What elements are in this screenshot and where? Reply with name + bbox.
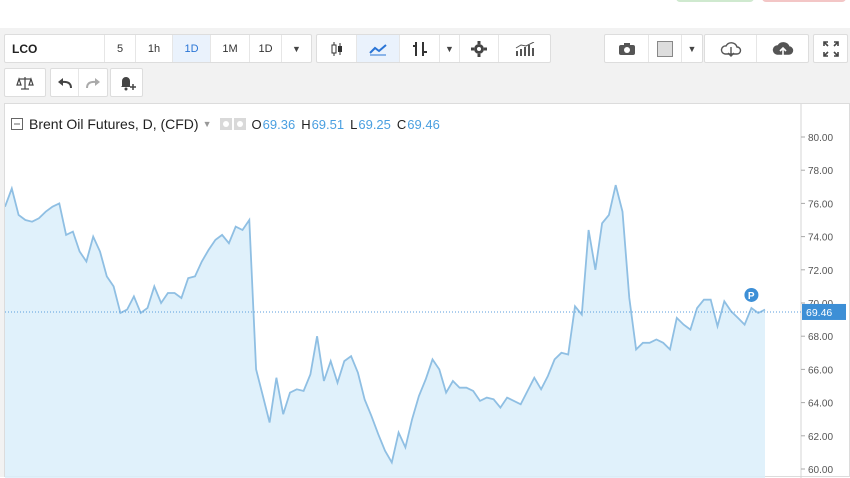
- y-tick-label: 72.00: [808, 266, 833, 277]
- bar-chart-icon[interactable]: [499, 35, 550, 62]
- chart-legend: Brent Oil Futures, D, (CFD) ▼ O 69.36 H 69…: [11, 116, 440, 132]
- chart-tools-group: ▼: [316, 34, 551, 63]
- cloud-upload-icon[interactable]: [757, 35, 808, 62]
- y-tick-label: 60.00: [808, 465, 833, 476]
- compare-icon[interactable]: [5, 69, 45, 96]
- interval-1d-button[interactable]: 1D: [173, 35, 211, 62]
- interval-1h-button[interactable]: 1h: [136, 35, 173, 62]
- y-tick-label: 68.00: [808, 332, 833, 343]
- eye-icon[interactable]: [219, 118, 232, 130]
- snapshot-style-group: ▼: [604, 34, 703, 63]
- high-label: H: [301, 116, 311, 132]
- indicators-icon[interactable]: [400, 35, 440, 62]
- chevron-down-icon[interactable]: ▼: [682, 35, 702, 62]
- buy-button[interactable]: [676, 0, 754, 2]
- price-area-fill: [5, 185, 765, 478]
- price-chart[interactable]: 80.0078.0076.0074.0072.0070.0068.0066.00…: [5, 104, 850, 478]
- symbol-input[interactable]: LCO: [5, 35, 105, 62]
- symbol-interval-group: LCO 5 1h 1D 1M 1D ▼: [4, 34, 312, 63]
- y-tick-label: 78.00: [808, 166, 833, 177]
- interval-1m-button[interactable]: 1M: [211, 35, 250, 62]
- history-group: [50, 68, 108, 97]
- candles-icon[interactable]: [317, 35, 357, 62]
- gear-icon[interactable]: [460, 35, 499, 62]
- y-tick-label: 80.00: [808, 133, 833, 144]
- y-tick-label: 64.00: [808, 399, 833, 410]
- fullscreen-group: [813, 34, 848, 63]
- y-tick-label: 76.00: [808, 199, 833, 210]
- chevron-down-icon[interactable]: ▼: [282, 35, 311, 62]
- line-chart-icon[interactable]: [357, 35, 400, 62]
- alert-plus-icon[interactable]: [111, 69, 142, 96]
- chevron-down-icon[interactable]: ▼: [440, 35, 460, 62]
- instrument-title[interactable]: Brent Oil Futures, D, (CFD): [29, 116, 199, 132]
- open-label: O: [251, 116, 262, 132]
- sell-button[interactable]: [762, 0, 846, 2]
- top-strip: [0, 0, 850, 28]
- chart-panel[interactable]: 80.0078.0076.0074.0072.0070.0068.0066.00…: [4, 103, 850, 478]
- alert-group: [110, 68, 143, 97]
- fullscreen-icon[interactable]: [814, 35, 847, 62]
- undo-icon[interactable]: [51, 69, 79, 96]
- close-value: 69.46: [407, 116, 440, 132]
- color-swatch-icon[interactable]: [649, 35, 682, 62]
- open-value: 69.36: [262, 116, 296, 132]
- collapse-icon[interactable]: [11, 117, 24, 131]
- legend-settings-icons[interactable]: [219, 118, 246, 130]
- low-value: 69.25: [358, 116, 391, 132]
- y-tick-label: 66.00: [808, 365, 833, 376]
- interval-dropdown-value[interactable]: 1D: [250, 35, 282, 62]
- chevron-down-icon[interactable]: ▼: [203, 119, 212, 129]
- cloud-download-icon[interactable]: [705, 35, 757, 62]
- high-value: 69.51: [311, 116, 345, 132]
- y-tick-label: 62.00: [808, 432, 833, 443]
- low-label: L: [350, 116, 358, 132]
- redo-icon[interactable]: [79, 69, 107, 96]
- gear-icon[interactable]: [233, 118, 246, 130]
- compare-group: [4, 68, 46, 97]
- camera-icon[interactable]: [605, 35, 649, 62]
- close-label: C: [396, 116, 407, 132]
- cloud-group: [704, 34, 809, 63]
- price-tag-label: 69.46: [806, 307, 832, 319]
- y-tick-label: 74.00: [808, 233, 833, 244]
- interval-5-button[interactable]: 5: [105, 35, 136, 62]
- event-marker-label: P: [748, 291, 755, 302]
